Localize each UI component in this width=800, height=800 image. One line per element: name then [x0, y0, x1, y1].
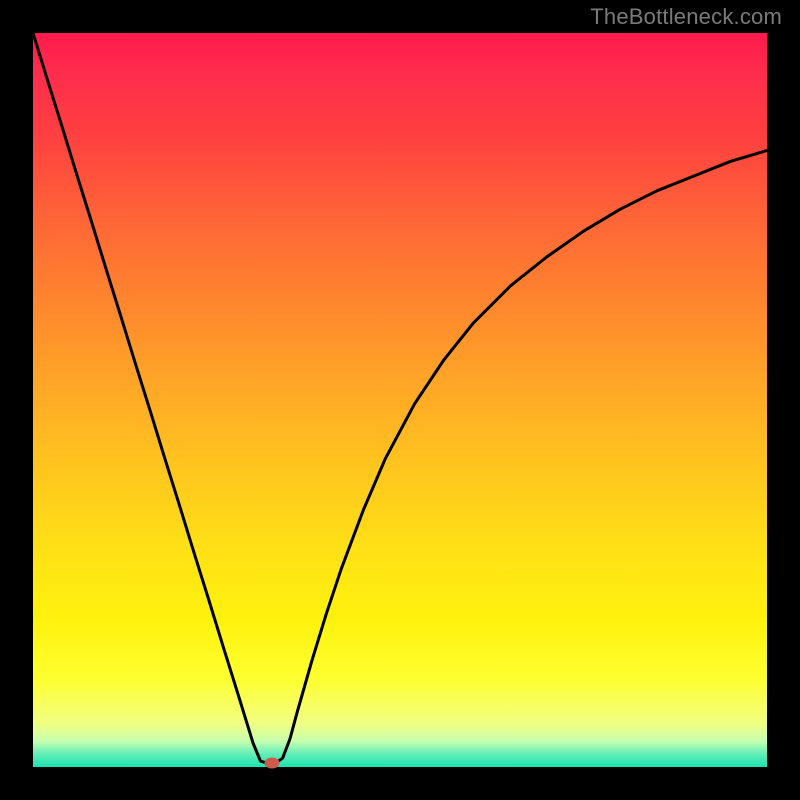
plot-area [33, 33, 767, 767]
chart-frame: TheBottleneck.com [0, 0, 800, 800]
bottleneck-curve [33, 33, 767, 763]
watermark-text: TheBottleneck.com [590, 4, 782, 30]
curve-svg [33, 33, 767, 767]
minimum-marker [264, 758, 279, 769]
